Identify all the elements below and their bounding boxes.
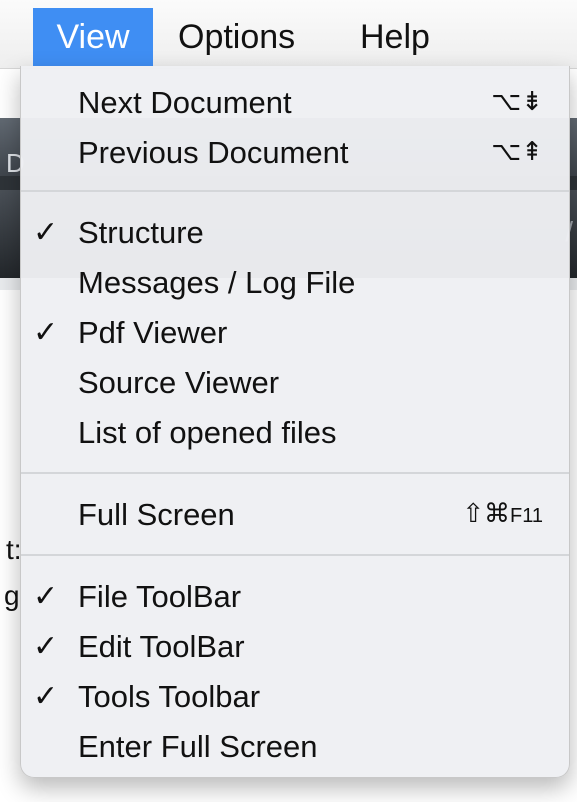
checkmark-icon: ✓ xyxy=(33,579,59,614)
menu-item-label: Next Document xyxy=(78,85,292,120)
menu-item-file-toolbar[interactable]: ✓ File ToolBar xyxy=(21,572,569,622)
menu-item-label: Full Screen xyxy=(78,497,235,532)
menu-item-label: Messages / Log File xyxy=(78,265,356,300)
menu-item-label: Edit ToolBar xyxy=(78,629,245,664)
checkmark-icon: ✓ xyxy=(33,215,59,250)
menu-separator xyxy=(21,554,569,556)
menu-bar: View Options Help xyxy=(0,0,577,69)
menu-item-label: Enter Full Screen xyxy=(78,729,318,764)
menu-item-structure[interactable]: ✓ Structure xyxy=(21,208,569,258)
menu-item-source-viewer[interactable]: Source Viewer xyxy=(21,358,569,408)
keyboard-shortcut: ⇧⌘F11 xyxy=(462,499,543,529)
menu-item-edit-toolbar[interactable]: ✓ Edit ToolBar xyxy=(21,622,569,672)
menu-item-tools-toolbar[interactable]: ✓ Tools Toolbar xyxy=(21,672,569,722)
menu-item-next-document[interactable]: Next Document ⌥⇟ xyxy=(21,78,569,128)
menu-item-label: Tools Toolbar xyxy=(78,679,261,714)
checkmark-icon: ✓ xyxy=(33,315,59,350)
menu-item-list-of-opened-files[interactable]: List of opened files xyxy=(21,408,569,458)
menu-item-label: Pdf Viewer xyxy=(78,315,228,350)
menu-help[interactable]: Help xyxy=(345,8,445,66)
view-dropdown-menu: Next Document ⌥⇟ Previous Document ⌥⇞ ✓ … xyxy=(20,66,570,778)
menu-item-label: Structure xyxy=(78,215,204,250)
menu-item-label: File ToolBar xyxy=(78,579,242,614)
keyboard-shortcut: ⌥⇟ xyxy=(491,87,543,117)
menu-view[interactable]: View xyxy=(33,8,153,66)
menu-item-enter-full-screen[interactable]: Enter Full Screen xyxy=(21,722,569,772)
menu-separator xyxy=(21,472,569,474)
checkmark-icon: ✓ xyxy=(33,679,59,714)
menu-item-label: List of opened files xyxy=(78,415,337,450)
menu-item-label: Previous Document xyxy=(78,135,349,170)
menu-item-messages-log-file[interactable]: Messages / Log File xyxy=(21,258,569,308)
menu-options[interactable]: Options xyxy=(163,8,310,66)
menu-item-label: Source Viewer xyxy=(78,365,280,400)
background-text-fragment: g xyxy=(4,580,20,611)
menu-item-full-screen[interactable]: Full Screen ⇧⌘F11 xyxy=(21,490,569,540)
keyboard-shortcut: ⌥⇞ xyxy=(491,137,543,167)
menu-item-previous-document[interactable]: Previous Document ⌥⇞ xyxy=(21,128,569,178)
menu-separator xyxy=(21,190,569,192)
menu-item-pdf-viewer[interactable]: ✓ Pdf Viewer xyxy=(21,308,569,358)
checkmark-icon: ✓ xyxy=(33,629,59,664)
